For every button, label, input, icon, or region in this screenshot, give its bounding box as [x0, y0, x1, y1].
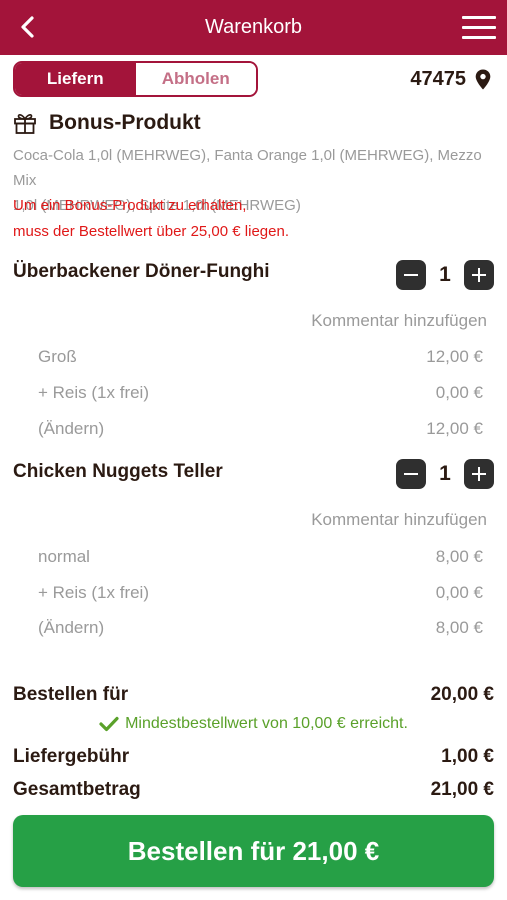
decrease-quantity-button[interactable] [396, 459, 426, 489]
menu-button[interactable] [462, 16, 496, 40]
add-comment-link[interactable]: Kommentar hinzufügen [311, 311, 487, 331]
edit-item-row[interactable]: (Ändern) 12,00 € [38, 416, 483, 442]
quantity-value: 1 [439, 462, 451, 485]
option-label: normal [38, 547, 90, 566]
total-value: 21,00 € [430, 779, 494, 800]
page-title: Warenkorb [204, 16, 303, 38]
cart-item-name: Chicken Nuggets Teller [13, 461, 223, 482]
bonus-header: Bonus-Produkt [13, 109, 201, 137]
total-row: Gesamtbetrag 21,00 € [13, 779, 494, 801]
item-option-row: + Reis (1x frei) 0,00 € [38, 580, 483, 606]
chevron-left-icon [21, 16, 34, 38]
bonus-note-line-2: muss der Bestellwert über 25,00 € liegen… [13, 223, 289, 240]
tab-deliver[interactable]: Liefern [15, 63, 136, 95]
gift-icon [14, 114, 36, 134]
increase-quantity-button[interactable] [464, 459, 494, 489]
bonus-note-line-1: Um ein Bonus-Produkt zu erhalten, [13, 197, 247, 214]
item-option-row: + Reis (1x frei) 0,00 € [38, 380, 483, 406]
map-pin-icon [475, 69, 491, 89]
bonus-products-line-1: Coca-Cola 1,0l (MEHRWEG), Fanta Orange 1… [13, 147, 482, 189]
checkmark-icon [99, 716, 119, 732]
min-order-status: Mindestbestellwert von 10,00 € erreicht. [0, 715, 507, 733]
delivery-fee-row: Liefergebühr 1,00 € [13, 746, 494, 768]
minus-icon [404, 274, 418, 276]
item-option-row: normal 8,00 € [38, 544, 483, 570]
option-label: + Reis (1x frei) [38, 583, 149, 602]
tab-pickup[interactable]: Abholen [135, 63, 256, 95]
app-header: Warenkorb [0, 0, 507, 55]
option-price: 12,00 € [426, 347, 483, 366]
subtotal-label: Bestellen für [13, 684, 129, 705]
edit-item-link[interactable]: (Ändern) [38, 618, 104, 638]
quantity-stepper: 1 [396, 459, 494, 489]
item-option-row: Groß 12,00 € [38, 344, 483, 370]
edit-item-link[interactable]: (Ändern) [38, 419, 104, 439]
hamburger-menu-icon [462, 16, 496, 19]
edit-item-row[interactable]: (Ändern) 8,00 € [38, 615, 483, 641]
add-comment-link[interactable]: Kommentar hinzufügen [311, 510, 487, 530]
back-button[interactable] [14, 13, 42, 41]
bonus-condition-note: Um ein Bonus-Produkt zu erhalten, muss d… [13, 193, 493, 245]
quantity-stepper: 1 [396, 260, 494, 290]
quantity-value: 1 [439, 263, 451, 286]
order-type-toggle: Liefern Abholen [13, 61, 258, 97]
option-label: Groß [38, 347, 77, 366]
subtotal-row: Bestellen für 20,00 € [13, 684, 494, 706]
cart-item-name: Überbackener Döner-Funghi [13, 261, 270, 282]
total-label: Gesamtbetrag [13, 779, 141, 800]
place-order-button[interactable]: Bestellen für 21,00 € [13, 815, 494, 887]
delivery-location[interactable]: 47475 [410, 66, 491, 92]
option-label: + Reis (1x frei) [38, 383, 149, 402]
delivery-fee-value: 1,00 € [441, 746, 494, 767]
subtotal-value: 20,00 € [430, 684, 494, 705]
option-price: 8,00 € [435, 547, 483, 566]
bonus-title: Bonus-Produkt [49, 111, 201, 134]
minus-icon [404, 473, 418, 475]
option-price: 0,00 € [435, 383, 483, 402]
decrease-quantity-button[interactable] [396, 260, 426, 290]
delivery-fee-label: Liefergebühr [13, 746, 130, 767]
item-total-price: 12,00 € [426, 419, 483, 438]
item-total-price: 8,00 € [435, 618, 483, 637]
zip-code: 47475 [410, 67, 466, 90]
option-price: 0,00 € [435, 583, 483, 602]
min-order-note: Mindestbestellwert von 10,00 € erreicht. [125, 715, 408, 732]
increase-quantity-button[interactable] [464, 260, 494, 290]
